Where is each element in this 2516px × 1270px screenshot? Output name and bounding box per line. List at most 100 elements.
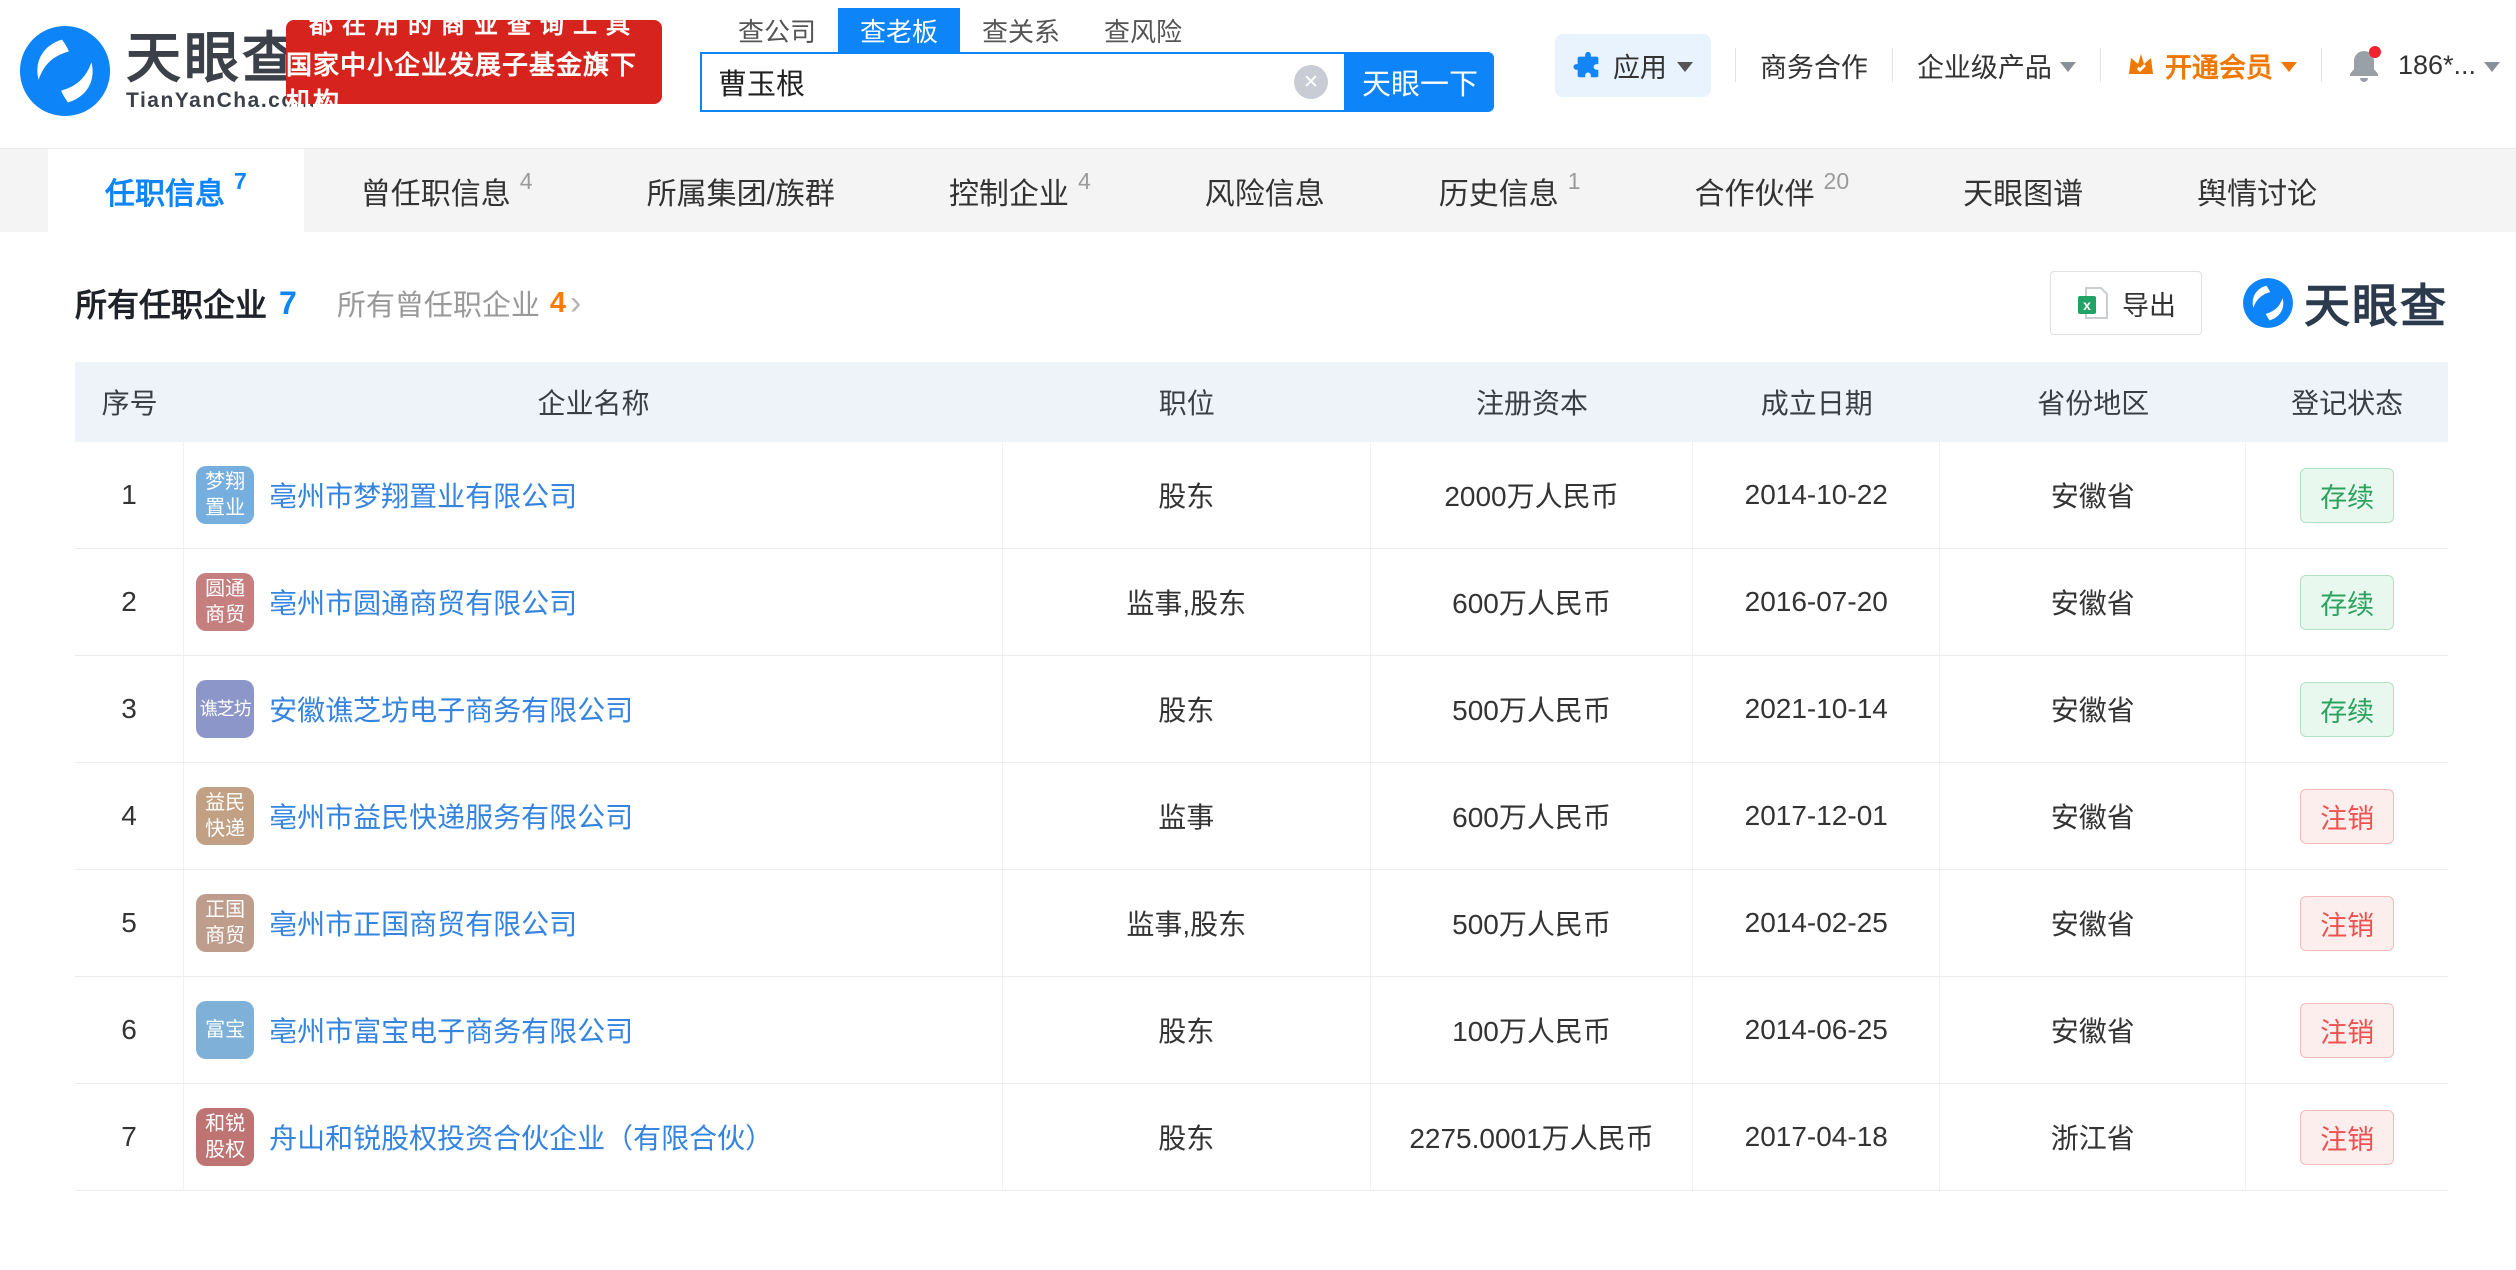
promo-banner: 都在用的商业查询工具 国家中小企业发展子基金旗下机构 — [286, 20, 662, 104]
company-cell: 正国 商贸 亳州市正国商贸有限公司 — [184, 870, 1003, 976]
nav-vip[interactable]: 开通会员 — [2125, 46, 2297, 85]
position-cell: 股东 — [1003, 442, 1371, 548]
search-type-tab[interactable]: 查风险 — [1082, 8, 1204, 52]
province-cell: 安徽省 — [1940, 977, 2246, 1083]
capital-cell: 600万人民币 — [1371, 763, 1694, 869]
row-index: 2 — [75, 549, 184, 655]
section-tab[interactable]: 任职信息 7 — [48, 149, 304, 232]
position-cell: 股东 — [1003, 977, 1371, 1083]
row-index: 5 — [75, 870, 184, 976]
status-cell: 存续 — [2246, 549, 2448, 655]
status-badge: 存续 — [2300, 682, 2394, 737]
section-tab[interactable]: 天眼图谱 — [1906, 149, 2140, 232]
col-header-position: 职位 — [1003, 362, 1371, 442]
table-row: 6 富宝 亳州市富宝电子商务有限公司 股东 100万人民币 2014-06-25… — [75, 977, 2448, 1084]
status-cell: 存续 — [2246, 442, 2448, 548]
former-positions-link[interactable]: 所有曾任职企业 4 › — [337, 282, 581, 324]
province-cell: 安徽省 — [1940, 656, 2246, 762]
founded-date-cell: 2014-06-25 — [1693, 977, 1940, 1083]
clear-search-icon[interactable]: ✕ — [1294, 65, 1328, 99]
table-row: 4 益民 快递 亳州市益民快递服务有限公司 监事 600万人民币 2017-12… — [75, 763, 2448, 870]
crown-icon — [2125, 50, 2157, 80]
nav-cooperation[interactable]: 商务合作 — [1760, 46, 1868, 85]
position-cell: 股东 — [1003, 1084, 1371, 1190]
top-header: 天眼查 TianYanCha.com 都在用的商业查询工具 国家中小企业发展子基… — [0, 0, 2516, 148]
user-account[interactable]: 186*... — [2398, 50, 2500, 81]
section-tab[interactable]: 舆情讨论 — [2140, 149, 2374, 232]
province-cell: 浙江省 — [1940, 1084, 2246, 1190]
table-row: 1 梦翔 置业 亳州市梦翔置业有限公司 股东 2000万人民币 2014-10-… — [75, 442, 2448, 549]
divider — [2321, 48, 2322, 82]
section-tab[interactable]: 风险信息 — [1148, 149, 1382, 232]
company-cell: 谯芝坊 安徽谯芝坊电子商务有限公司 — [184, 656, 1003, 762]
svg-text:x: x — [2083, 297, 2091, 313]
col-header-index: 序号 — [75, 362, 184, 442]
company-cell: 益民 快递 亳州市益民快递服务有限公司 — [184, 763, 1003, 869]
company-logo: 益民 快递 — [196, 787, 254, 845]
section-tab[interactable]: 合作伙伴 20 — [1638, 149, 1907, 232]
notification-bell-icon[interactable] — [2346, 45, 2384, 85]
notification-dot — [2369, 46, 2381, 58]
section-tab[interactable]: 所属集团/族群 — [590, 149, 892, 232]
company-cell: 圆通 商贸 亳州市圆通商贸有限公司 — [184, 549, 1003, 655]
tianyancha-watermark: 天眼查 — [2242, 270, 2448, 336]
apps-menu[interactable]: 应用 — [1555, 34, 1711, 97]
company-cell: 梦翔 置业 亳州市梦翔置业有限公司 — [184, 442, 1003, 548]
company-name-link[interactable]: 亳州市益民快递服务有限公司 — [269, 796, 633, 836]
search-type-tab[interactable]: 查关系 — [960, 8, 1082, 52]
search-type-tab[interactable]: 查公司 — [716, 8, 838, 52]
founded-date-cell: 2017-12-01 — [1693, 763, 1940, 869]
search-input-wrap: ✕ — [700, 52, 1346, 112]
company-name-link[interactable]: 亳州市圆通商贸有限公司 — [269, 582, 577, 622]
status-badge: 存续 — [2300, 575, 2394, 630]
col-header-status: 登记状态 — [2246, 362, 2448, 442]
section-tab[interactable]: 控制企业 4 — [892, 149, 1148, 232]
status-badge: 存续 — [2300, 468, 2394, 523]
positions-table: 序号 企业名称 职位 注册资本 成立日期 省份地区 登记状态 1 梦翔 置业 亳… — [75, 362, 2448, 1191]
company-name-link[interactable]: 亳州市梦翔置业有限公司 — [269, 475, 577, 515]
capital-cell: 2275.0001万人民币 — [1371, 1084, 1694, 1190]
capital-cell: 100万人民币 — [1371, 977, 1694, 1083]
row-index: 1 — [75, 442, 184, 548]
search-type-tabs: 查公司 查老板 查关系 查风险 — [716, 8, 1494, 52]
tianyancha-logo[interactable]: 天眼查 TianYanCha.com — [18, 24, 316, 118]
row-index: 6 — [75, 977, 184, 1083]
status-badge: 注销 — [2300, 789, 2394, 844]
chevron-down-icon — [2484, 62, 2500, 72]
col-header-date: 成立日期 — [1693, 362, 1940, 442]
nav-enterprise-products[interactable]: 企业级产品 — [1917, 46, 2076, 85]
company-name-link[interactable]: 亳州市富宝电子商务有限公司 — [269, 1010, 633, 1050]
company-logo: 圆通 商贸 — [196, 573, 254, 631]
section-tab[interactable]: 曾任职信息 4 — [304, 149, 590, 232]
promo-line1: 都在用的商业查询工具 — [309, 5, 639, 40]
section-title: 所有任职企业 — [75, 280, 267, 326]
status-badge: 注销 — [2300, 1110, 2394, 1165]
capital-cell: 2000万人民币 — [1371, 442, 1694, 548]
table-row: 2 圆通 商贸 亳州市圆通商贸有限公司 监事,股东 600万人民币 2016-0… — [75, 549, 2448, 656]
company-name-link[interactable]: 舟山和锐股权投资合伙企业（有限合伙） — [269, 1117, 773, 1157]
position-cell: 监事,股东 — [1003, 870, 1371, 976]
tab-count-badge: 7 — [234, 168, 247, 195]
section-tab[interactable]: 历史信息 1 — [1382, 149, 1638, 232]
tianyancha-eye-icon — [18, 24, 112, 118]
search-input[interactable] — [718, 66, 1294, 99]
export-button[interactable]: x 导出 — [2050, 271, 2202, 335]
table-header-row: 序号 企业名称 职位 注册资本 成立日期 省份地区 登记状态 — [75, 362, 2448, 442]
company-name-link[interactable]: 亳州市正国商贸有限公司 — [269, 903, 577, 943]
search-button[interactable]: 天眼一下 — [1346, 52, 1494, 112]
company-logo: 富宝 — [196, 1001, 254, 1059]
company-name-link[interactable]: 安徽谯芝坊电子商务有限公司 — [269, 689, 633, 729]
position-cell: 监事 — [1003, 763, 1371, 869]
province-cell: 安徽省 — [1940, 870, 2246, 976]
search-area: 查公司 查老板 查关系 查风险 ✕ 天眼一下 — [700, 8, 1494, 112]
search-type-tab[interactable]: 查老板 — [838, 8, 960, 52]
company-logo: 谯芝坊 — [196, 680, 254, 738]
divider — [2100, 48, 2101, 82]
col-header-capital: 注册资本 — [1371, 362, 1694, 442]
header-nav: 应用 商务合作 企业级产品 开通会员 186*. — [1555, 32, 2500, 98]
company-logo: 梦翔 置业 — [196, 466, 254, 524]
founded-date-cell: 2017-04-18 — [1693, 1084, 1940, 1190]
col-header-province: 省份地区 — [1940, 362, 2246, 442]
table-row: 7 和锐 股权 舟山和锐股权投资合伙企业（有限合伙） 股东 2275.0001万… — [75, 1084, 2448, 1191]
province-cell: 安徽省 — [1940, 442, 2246, 548]
